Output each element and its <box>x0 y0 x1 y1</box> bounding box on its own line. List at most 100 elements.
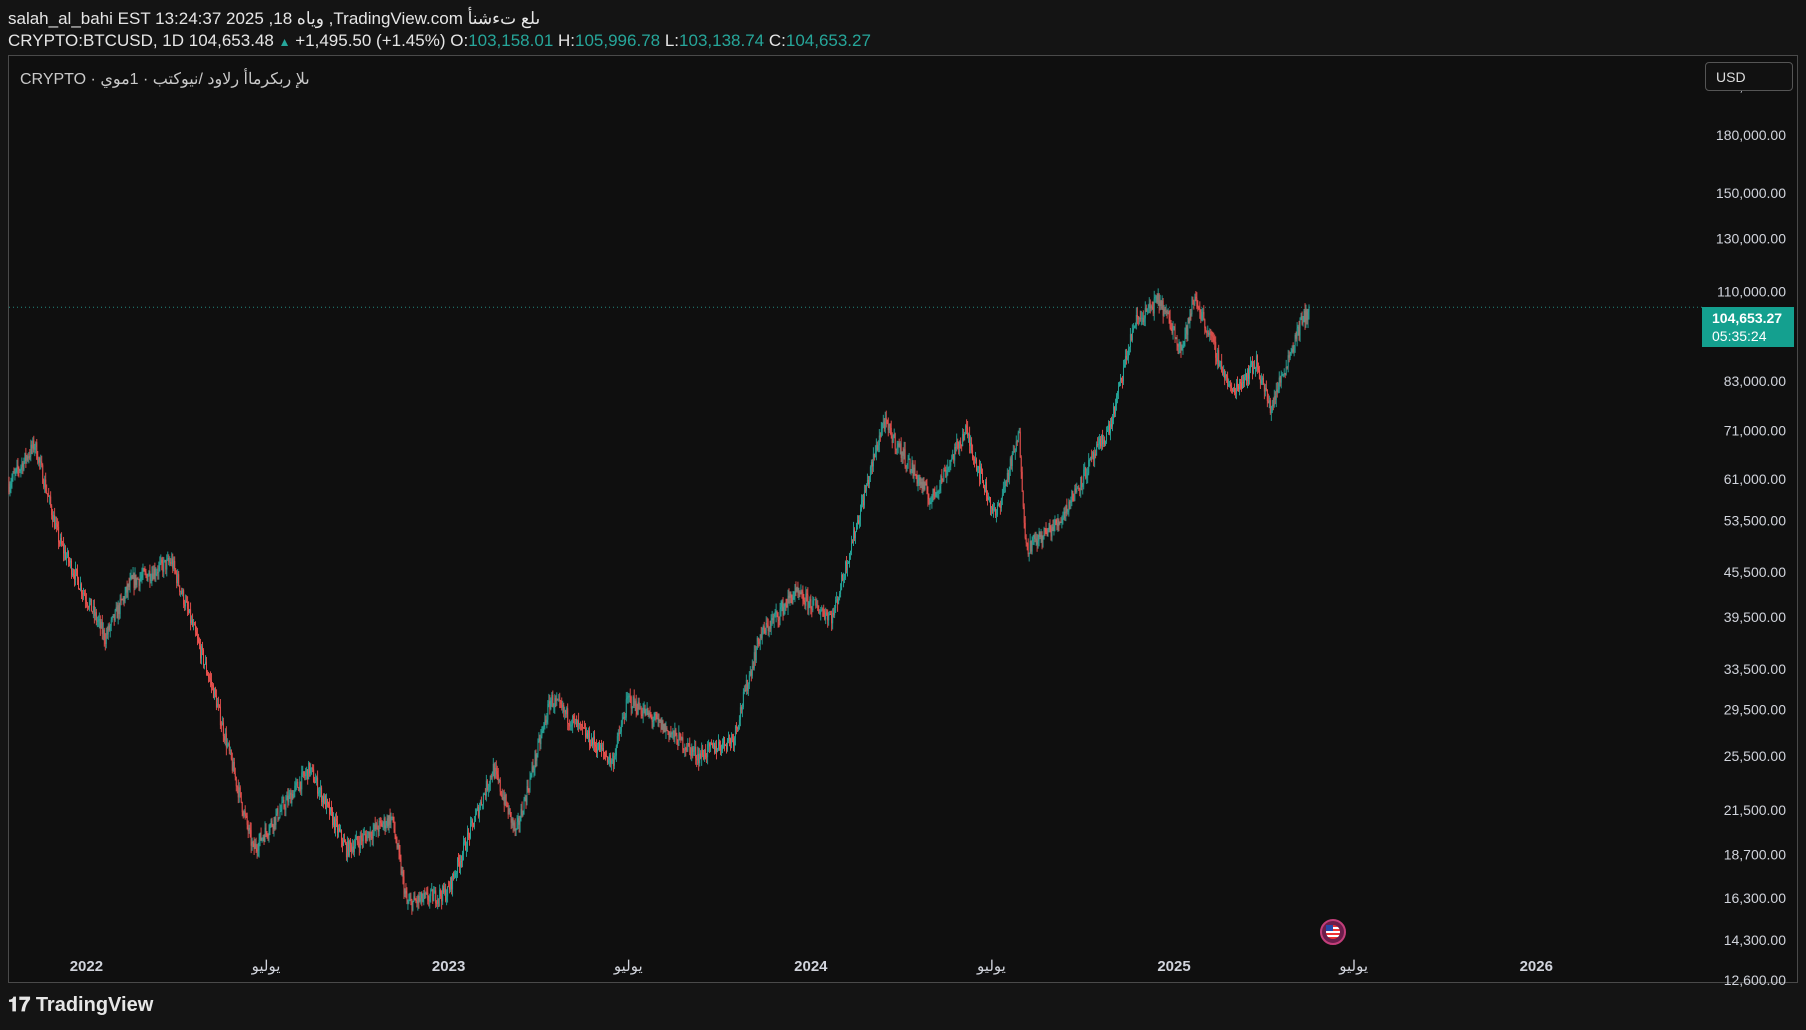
candle-body <box>199 641 200 646</box>
candle-body <box>223 735 225 741</box>
candle-body <box>881 422 883 430</box>
candle-body <box>1112 418 1113 427</box>
candle-body <box>250 830 252 846</box>
candle-body <box>1028 553 1030 555</box>
candle-body <box>1032 537 1034 542</box>
candle-body <box>300 781 302 790</box>
candle-body <box>1277 389 1279 393</box>
candle-body <box>523 799 525 815</box>
candle-body <box>744 689 746 692</box>
candle-body <box>1230 384 1232 387</box>
candle-body <box>955 447 957 449</box>
candle-body <box>1077 488 1079 490</box>
candle-body <box>917 480 919 484</box>
candle-body <box>1080 476 1082 490</box>
candle-body <box>145 571 147 575</box>
candle-body <box>81 593 83 595</box>
y-tick-label: 33,500.00 <box>1724 661 1786 677</box>
candle-body <box>1231 386 1233 389</box>
candle-body <box>483 794 485 795</box>
candle-body <box>573 715 575 720</box>
candle-body <box>771 618 773 620</box>
candle-body <box>486 780 488 791</box>
candle-body <box>76 568 77 571</box>
candle-body <box>412 900 414 911</box>
candle-body <box>49 496 51 498</box>
candle-body <box>1096 444 1098 456</box>
candle-body <box>433 893 435 902</box>
candle-body <box>421 892 423 902</box>
candle-body <box>1098 444 1100 446</box>
candle-body <box>555 698 557 702</box>
candle-body <box>542 727 544 732</box>
candle-body <box>679 732 681 735</box>
candle-body <box>985 481 986 492</box>
candle-body <box>334 817 335 830</box>
candle-body <box>253 843 255 849</box>
candle-body <box>1078 488 1080 490</box>
candle-body <box>315 780 317 783</box>
candle-body <box>554 698 556 707</box>
x-tick-label: 2023 <box>432 958 465 975</box>
candle-body <box>351 846 353 852</box>
candle-body <box>1075 488 1077 493</box>
candle-body <box>614 755 616 757</box>
candle-body <box>596 746 597 753</box>
candle-body <box>1306 309 1308 321</box>
candle-body <box>437 898 439 904</box>
candle-body <box>716 746 718 753</box>
price-chart[interactable]: 210,000.00180,000.00150,000.00130,000.00… <box>0 0 1806 1030</box>
candle-body <box>809 599 811 602</box>
candle-body <box>566 708 568 715</box>
candle-body <box>953 454 955 461</box>
candle-body <box>1091 456 1093 458</box>
candle-body <box>1239 382 1240 390</box>
candle-body <box>122 597 124 601</box>
candle-body <box>1215 342 1217 358</box>
candle-body <box>628 695 630 697</box>
candle-body <box>167 557 169 560</box>
candle-body <box>532 766 534 770</box>
candle-body <box>303 771 305 776</box>
candle-body <box>894 433 896 449</box>
candle-body <box>663 724 665 733</box>
y-tick-label: 29,500.00 <box>1724 702 1786 718</box>
candle-body <box>1030 540 1032 552</box>
candle-body <box>808 601 810 609</box>
candle-body <box>531 766 533 775</box>
candle-body <box>1299 317 1301 336</box>
candle-body <box>938 490 940 492</box>
candle-body <box>672 730 674 733</box>
candle-body <box>1021 471 1023 492</box>
us-flag-event-icon[interactable] <box>1320 919 1346 945</box>
candle-body <box>874 452 876 458</box>
candle-body <box>51 505 53 516</box>
candle-body <box>841 575 843 590</box>
currency-button[interactable]: USD <box>1705 62 1793 91</box>
candle-body <box>642 710 644 716</box>
candle-body <box>647 708 649 716</box>
candle-body <box>810 599 812 610</box>
candle-body <box>960 441 962 445</box>
candle-body <box>220 725 222 727</box>
candle-body <box>279 811 281 818</box>
candle-body <box>1249 368 1250 379</box>
candle-body <box>266 831 268 836</box>
candle-body <box>1072 490 1074 501</box>
candle-body <box>719 741 720 746</box>
candle-body <box>695 746 697 759</box>
candle-body <box>1110 424 1111 434</box>
candle-body <box>1144 308 1146 319</box>
candle-body <box>429 896 431 902</box>
candle-body <box>767 624 769 631</box>
candle-body <box>950 459 952 466</box>
candle-body <box>879 435 881 437</box>
candle-body <box>1252 367 1254 374</box>
candle-body <box>633 696 635 706</box>
candle-body <box>77 570 78 578</box>
tradingview-logo[interactable]: 𝟏𝟕 TradingView <box>8 994 153 1017</box>
candle-body <box>1031 541 1033 552</box>
candle-body <box>496 771 498 775</box>
candle-body <box>815 599 817 606</box>
candle-body <box>471 820 473 823</box>
